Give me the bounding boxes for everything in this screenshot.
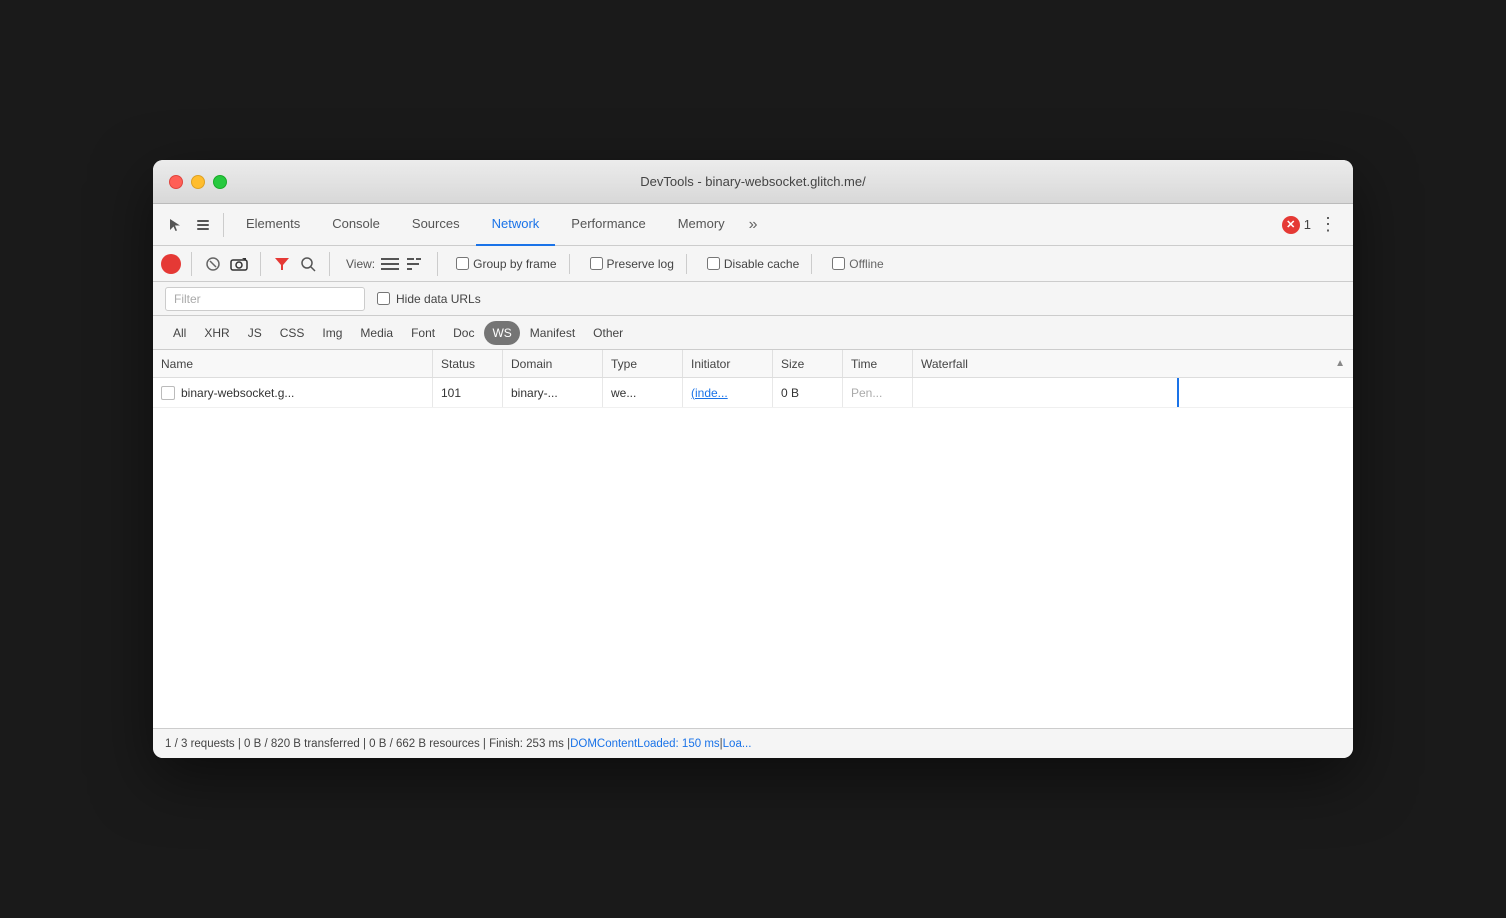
network-toolbar-sep1 bbox=[191, 252, 192, 276]
preserve-log-label[interactable]: Preserve log bbox=[590, 257, 674, 271]
type-filter-js[interactable]: JS bbox=[240, 321, 270, 345]
error-icon: ✕ bbox=[1282, 216, 1300, 234]
group-by-frame-label[interactable]: Group by frame bbox=[456, 257, 556, 271]
filter-row: Hide data URLs bbox=[153, 282, 1353, 316]
type-filter-font[interactable]: Font bbox=[403, 321, 443, 345]
disable-cache-checkbox[interactable] bbox=[707, 257, 720, 270]
layers-icon-button[interactable] bbox=[189, 211, 217, 239]
row-domain: binary-... bbox=[503, 378, 603, 407]
error-badge: ✕ 1 bbox=[1282, 216, 1311, 234]
minimize-button[interactable] bbox=[191, 175, 205, 189]
hide-data-urls-label[interactable]: Hide data URLs bbox=[377, 292, 481, 306]
type-filter-doc[interactable]: Doc bbox=[445, 321, 482, 345]
type-filter-css[interactable]: CSS bbox=[272, 321, 313, 345]
row-status: 101 bbox=[433, 378, 503, 407]
row-type: we... bbox=[603, 378, 683, 407]
hide-data-urls-checkbox[interactable] bbox=[377, 292, 390, 305]
timeline-view-icon[interactable] bbox=[405, 253, 427, 275]
col-waterfall[interactable]: Waterfall ▲ bbox=[913, 350, 1353, 377]
load-link[interactable]: Loa... bbox=[723, 738, 752, 750]
cursor-icon-button[interactable] bbox=[161, 211, 189, 239]
row-initiator[interactable]: (inde... bbox=[683, 378, 773, 407]
error-count: 1 bbox=[1304, 217, 1311, 232]
col-initiator[interactable]: Initiator bbox=[683, 350, 773, 377]
more-options-icon[interactable]: ⋮ bbox=[1311, 214, 1345, 235]
row-waterfall bbox=[913, 378, 1353, 407]
row-checkbox[interactable] bbox=[161, 386, 175, 400]
network-table: Name Status Domain Type Initiator Size bbox=[153, 350, 1353, 728]
waterfall-line bbox=[1177, 378, 1179, 407]
filter-icon[interactable] bbox=[271, 253, 293, 275]
title-bar: DevTools - binary-websocket.glitch.me/ bbox=[153, 160, 1353, 204]
type-filter-media[interactable]: Media bbox=[352, 321, 401, 345]
view-label: View: bbox=[346, 257, 375, 271]
tab-more-button[interactable]: » bbox=[741, 204, 766, 246]
type-filter-bar: All XHR JS CSS Img Media Font Doc bbox=[153, 316, 1353, 350]
nt-sep2 bbox=[686, 254, 687, 274]
type-filter-other[interactable]: Other bbox=[585, 321, 631, 345]
list-view-icon[interactable] bbox=[379, 253, 401, 275]
tabs-container: Elements Console Sources Network Perform… bbox=[230, 204, 1282, 246]
tab-console[interactable]: Console bbox=[316, 204, 396, 246]
table-header: Name Status Domain Type Initiator Size bbox=[153, 350, 1353, 378]
maximize-button[interactable] bbox=[213, 175, 227, 189]
type-filter-all[interactable]: All bbox=[165, 321, 194, 345]
row-size: 0 B bbox=[773, 378, 843, 407]
col-time[interactable]: Time bbox=[843, 350, 913, 377]
status-text: 1 / 3 requests | 0 B / 820 B transferred… bbox=[165, 738, 570, 750]
clear-button[interactable] bbox=[202, 253, 224, 275]
col-size[interactable]: Size bbox=[773, 350, 843, 377]
devtools-window: DevTools - binary-websocket.glitch.me/ bbox=[153, 160, 1353, 758]
tab-sources[interactable]: Sources bbox=[396, 204, 476, 246]
toolbar-separator bbox=[223, 213, 224, 237]
type-filter-ws[interactable]: WS bbox=[484, 321, 519, 345]
row-name: binary-websocket.g... bbox=[153, 378, 433, 407]
nt-sep3 bbox=[811, 254, 812, 274]
group-by-frame-checkbox[interactable] bbox=[456, 257, 469, 270]
record-button[interactable] bbox=[161, 254, 181, 274]
type-filter-xhr[interactable]: XHR bbox=[196, 321, 237, 345]
tab-network[interactable]: Network bbox=[476, 204, 556, 246]
offline-label[interactable]: Offline bbox=[832, 257, 883, 271]
network-toolbar: View: Group by frame Preserve log Disabl… bbox=[153, 246, 1353, 282]
type-filter-manifest[interactable]: Manifest bbox=[522, 321, 583, 345]
tab-performance[interactable]: Performance bbox=[555, 204, 661, 246]
row-time: Pen... bbox=[843, 378, 913, 407]
table-row[interactable]: binary-websocket.g... 101 binary-... we.… bbox=[153, 378, 1353, 408]
nt-sep1 bbox=[569, 254, 570, 274]
col-name[interactable]: Name bbox=[153, 350, 433, 377]
tab-memory[interactable]: Memory bbox=[662, 204, 741, 246]
network-toolbar-sep3 bbox=[329, 252, 330, 276]
preserve-log-checkbox[interactable] bbox=[590, 257, 603, 270]
col-type[interactable]: Type bbox=[603, 350, 683, 377]
camera-icon[interactable] bbox=[228, 253, 250, 275]
search-icon[interactable] bbox=[297, 253, 319, 275]
traffic-lights bbox=[169, 175, 227, 189]
filter-input[interactable] bbox=[165, 287, 365, 311]
offline-checkbox[interactable] bbox=[832, 257, 845, 270]
type-filter-img[interactable]: Img bbox=[314, 321, 350, 345]
tab-elements[interactable]: Elements bbox=[230, 204, 316, 246]
empty-table-area bbox=[153, 408, 1353, 728]
col-status[interactable]: Status bbox=[433, 350, 503, 377]
tab-bar: Elements Console Sources Network Perform… bbox=[153, 204, 1353, 246]
network-toolbar-sep2 bbox=[260, 252, 261, 276]
network-toolbar-sep4 bbox=[437, 252, 438, 276]
window-title: DevTools - binary-websocket.glitch.me/ bbox=[640, 174, 865, 189]
disable-cache-label[interactable]: Disable cache bbox=[707, 257, 799, 271]
domcontentloaded-link[interactable]: DOMContentLoaded: 150 ms bbox=[570, 738, 720, 750]
status-bar: 1 / 3 requests | 0 B / 820 B transferred… bbox=[153, 728, 1353, 758]
close-button[interactable] bbox=[169, 175, 183, 189]
devtools-content: Elements Console Sources Network Perform… bbox=[153, 204, 1353, 758]
col-domain[interactable]: Domain bbox=[503, 350, 603, 377]
sort-arrow-icon: ▲ bbox=[1335, 358, 1345, 369]
